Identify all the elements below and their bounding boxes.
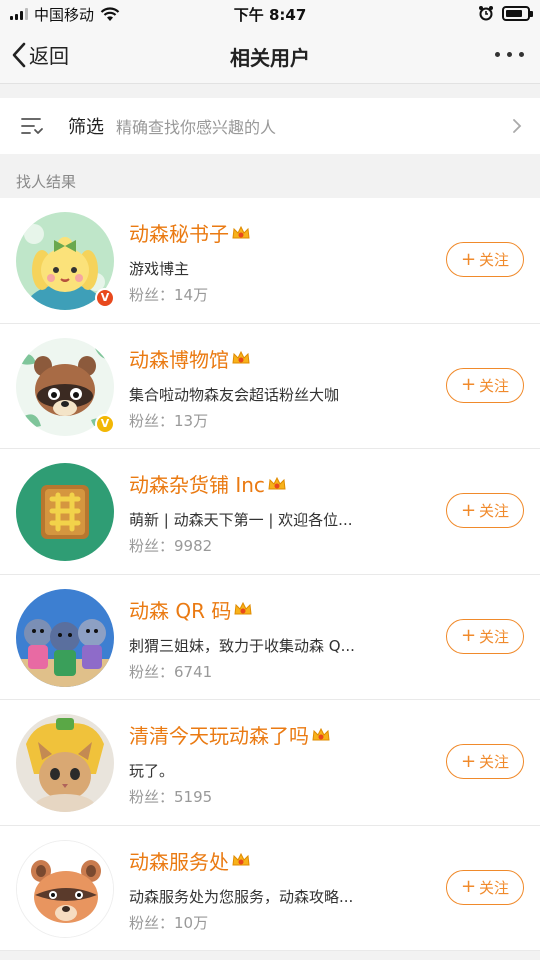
filter-hint: 精确查找你感兴趣的人: [116, 118, 277, 137]
user-desc: 游戏博主: [129, 260, 190, 278]
user-row[interactable]: 清清今天玩动森了吗 玩了。 粉丝：5195 + 关注: [0, 700, 540, 826]
follow-button[interactable]: + 关注: [446, 744, 524, 779]
crown-icon: [232, 852, 250, 866]
verified-badge-icon: V: [95, 413, 115, 434]
page-title: 相关用户: [230, 46, 310, 70]
chevron-right-icon: [513, 119, 522, 133]
user-desc: 集合啦动物森友会超话粉丝大咖: [129, 385, 340, 404]
more-icon[interactable]: [495, 46, 524, 63]
battery-icon: [502, 5, 533, 21]
follow-button[interactable]: + 关注: [446, 869, 524, 905]
user-row[interactable]: 动森杂货铺 Inc 萌新 | 动森天下第一 | 欢迎各位... 粉丝：9982 …: [0, 449, 540, 575]
user-desc: 刺猬三姐妹，致力于收集动森 Q...: [129, 636, 355, 655]
avatar[interactable]: [16, 588, 114, 687]
user-name[interactable]: 动森服务处: [129, 846, 251, 875]
user-name[interactable]: 动森秘书子: [129, 218, 251, 247]
carrier-label: 中国移动: [34, 5, 95, 24]
back-chevron-icon: [12, 42, 26, 67]
plus-icon: +: [460, 625, 477, 646]
follow-button[interactable]: + 关注: [446, 367, 524, 403]
plus-icon: +: [460, 499, 477, 521]
user-fans: 粉丝：9982: [129, 537, 213, 555]
status-bar: 中国移动 下午 8:47: [0, 0, 540, 28]
user-desc: 动森服务处为您服务，动森攻略...: [129, 887, 354, 906]
user-list: V 动森秘书子 游戏博主 粉丝：14万 + 关注 V 动森博物馆 集合啦动物森友…: [0, 198, 540, 951]
avatar[interactable]: [16, 714, 114, 812]
alarm-icon: [479, 6, 493, 21]
user-name[interactable]: 清清今天玩动森了吗: [129, 720, 331, 749]
user-desc: 萌新 | 动森天下第一 | 欢迎各位...: [129, 511, 353, 529]
user-fans: 粉丝：5195: [129, 788, 213, 806]
plus-icon: +: [460, 876, 477, 897]
section-header: 找人结果: [16, 173, 77, 191]
user-fans: 粉丝：14万: [129, 286, 209, 304]
nav-bar: 返回 相关用户: [0, 28, 540, 84]
back-label: 返回: [29, 44, 69, 68]
user-fans: 粉丝：6741: [129, 662, 213, 681]
user-fans: 粉丝：13万: [129, 411, 209, 430]
follow-button[interactable]: + 关注: [446, 242, 524, 277]
crown-icon: [234, 601, 252, 615]
user-name[interactable]: 动森杂货铺 Inc: [129, 469, 287, 498]
back-button[interactable]: 返回: [12, 40, 69, 69]
follow-button[interactable]: + 关注: [446, 618, 524, 654]
signal-icon: [10, 8, 28, 20]
wifi-icon: [100, 6, 120, 21]
avatar[interactable]: [16, 839, 114, 938]
user-row[interactable]: 动森 QR 码 刺猬三姐妹，致力于收集动森 Q... 粉丝：6741 + 关注: [0, 575, 540, 700]
verified-badge-icon: V: [95, 288, 115, 308]
user-fans: 粉丝：10万: [129, 913, 209, 932]
crown-icon: [312, 727, 330, 740]
user-row[interactable]: V 动森博物馆 集合啦动物森友会超话粉丝大咖 粉丝：13万 + 关注: [0, 324, 540, 449]
crown-icon: [268, 476, 286, 489]
plus-icon: +: [460, 248, 477, 270]
avatar[interactable]: [16, 463, 114, 561]
crown-icon: [232, 225, 250, 238]
plus-icon: +: [460, 750, 477, 772]
filter-bar[interactable]: 筛选 精确查找你感兴趣的人: [0, 98, 540, 154]
user-name[interactable]: 动森博物馆: [129, 344, 251, 373]
user-desc: 玩了。: [129, 762, 175, 780]
user-row[interactable]: V 动森秘书子 游戏博主 粉丝：14万 + 关注: [0, 198, 540, 324]
plus-icon: +: [460, 374, 477, 395]
user-name[interactable]: 动森 QR 码: [129, 595, 253, 624]
crown-icon: [232, 350, 250, 364]
filter-label: 筛选: [68, 117, 104, 138]
follow-button[interactable]: + 关注: [446, 493, 524, 528]
user-row[interactable]: 动森服务处 动森服务处为您服务，动森攻略... 粉丝：10万 + 关注: [0, 826, 540, 951]
filter-icon: [21, 118, 43, 134]
